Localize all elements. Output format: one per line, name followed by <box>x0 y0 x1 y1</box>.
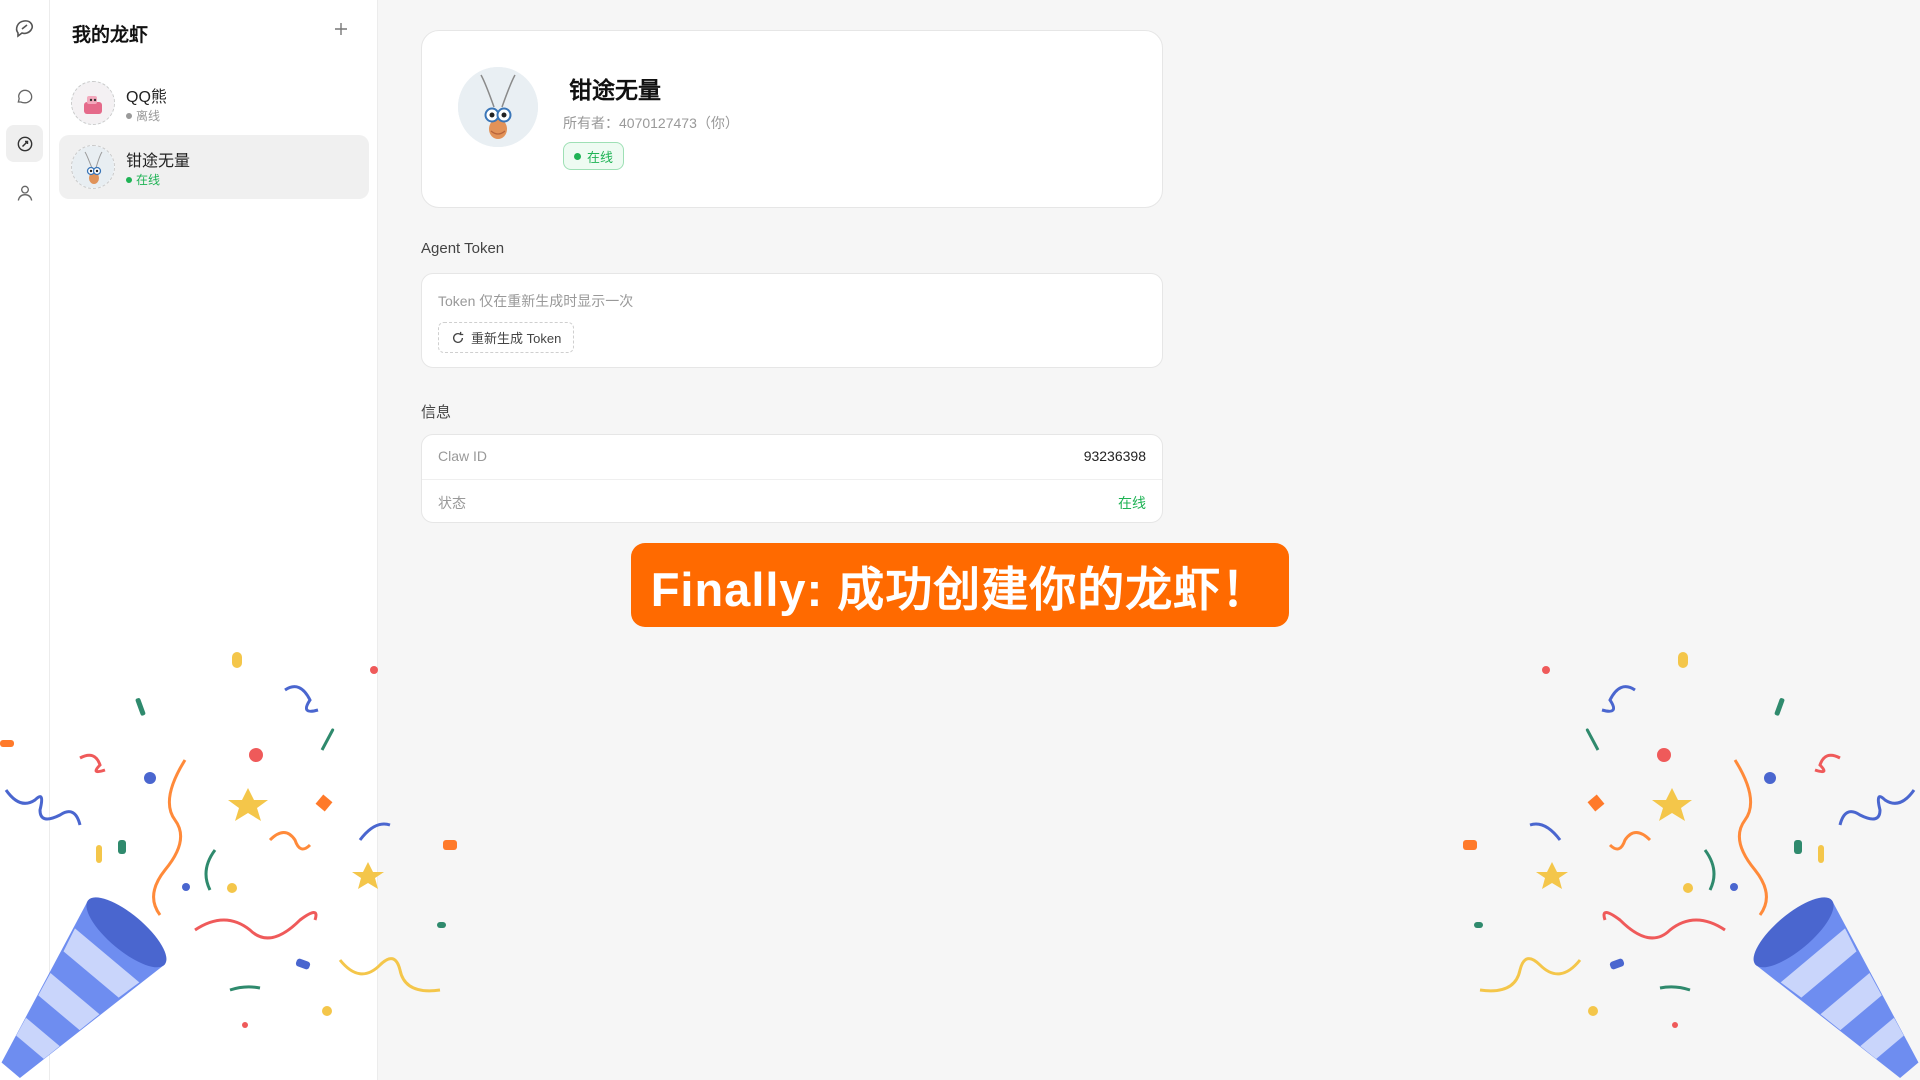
info-key: 状态 <box>438 495 466 511</box>
profile-name: 钳途无量 <box>569 77 661 103</box>
agent-status: 在线 <box>126 171 160 188</box>
status-badge-text: 在线 <box>587 149 614 165</box>
profile-owner: 所有者：4070127473（你） <box>563 115 739 131</box>
info-value: 在线 <box>1118 495 1146 511</box>
agent-status-text: 在线 <box>136 173 161 187</box>
agent-list-item[interactable]: QQ熊 离线 <box>59 71 369 135</box>
agent-status: 离线 <box>126 107 160 124</box>
claw-nav-icon[interactable] <box>6 125 43 162</box>
party-popper-left-icon <box>0 652 457 1078</box>
party-popper-right-icon <box>1463 652 1919 1078</box>
avatar <box>71 145 115 189</box>
profile-card: 钳途无量 所有者：4070127473（你） 在线 <box>421 30 1163 208</box>
info-card: Claw ID 93236398 状态 在线 <box>421 434 1163 523</box>
token-section-label: Agent Token <box>421 240 505 257</box>
sidebar-title: 我的龙虾 <box>72 25 149 46</box>
user-icon[interactable] <box>6 174 43 211</box>
app-logo-icon[interactable] <box>6 10 43 47</box>
regenerate-token-button[interactable]: 重新生成 Token <box>438 322 575 353</box>
refresh-icon <box>452 331 464 343</box>
success-banner: Finally: 成功创建你的龙虾！ <box>631 543 1289 627</box>
info-key: Claw ID <box>438 448 488 464</box>
online-dot-icon <box>574 152 581 160</box>
agent-list-item-selected[interactable]: 钳途无量 在线 <box>59 135 369 199</box>
offline-dot-icon <box>126 112 132 119</box>
token-card: Token 仅在重新生成时显示一次 重新生成 Token <box>421 273 1163 368</box>
token-hint: Token 仅在重新生成时显示一次 <box>438 293 634 309</box>
info-value: 93236398 <box>1083 448 1146 464</box>
plus-icon[interactable] <box>329 17 353 41</box>
info-row: Claw ID 93236398 <box>422 435 1162 479</box>
chat-icon[interactable] <box>6 78 43 115</box>
info-row: 状态 在线 <box>422 479 1162 524</box>
avatar <box>458 67 538 147</box>
info-section-label: 信息 <box>421 404 452 421</box>
agent-name: QQ熊 <box>126 89 167 106</box>
status-badge: 在线 <box>563 142 625 170</box>
avatar <box>71 81 115 125</box>
agent-name: 钳途无量 <box>126 153 191 170</box>
regenerate-token-label: 重新生成 Token <box>471 331 562 346</box>
online-dot-icon <box>126 176 132 183</box>
agent-status-text: 离线 <box>136 109 161 123</box>
